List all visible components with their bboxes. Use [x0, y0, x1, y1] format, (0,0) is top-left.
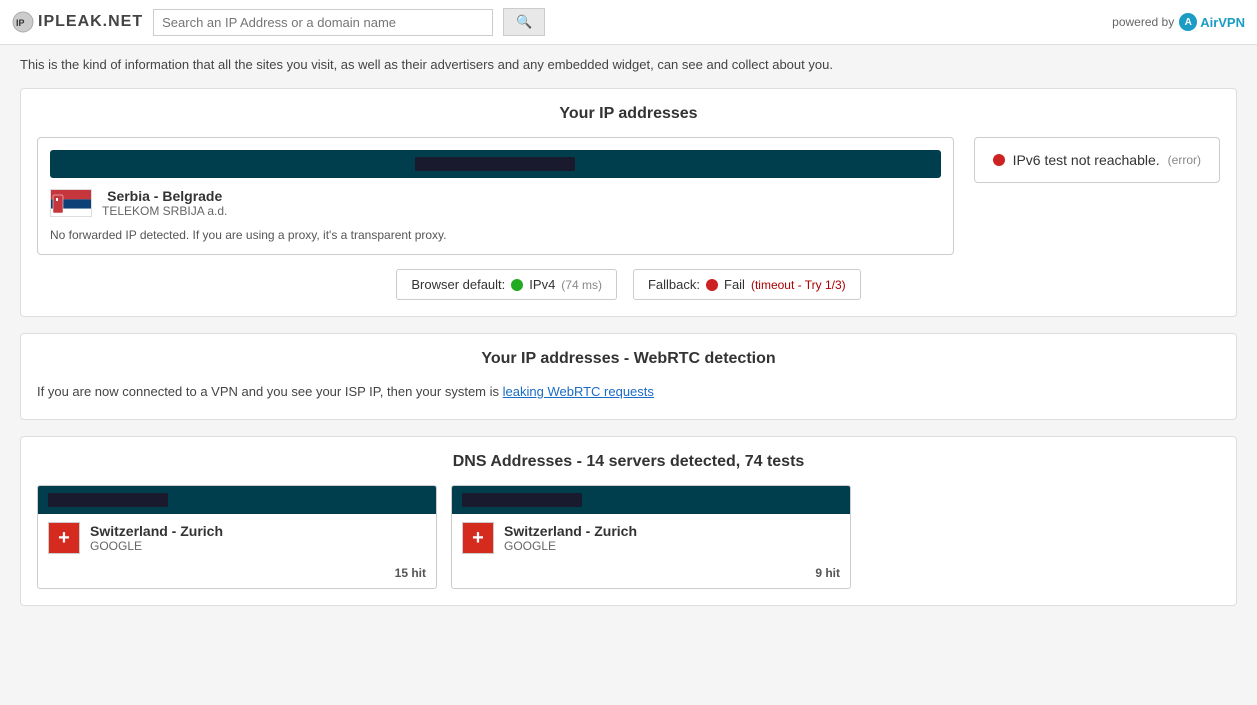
location-name: Serbia - Belgrade: [102, 188, 227, 204]
airvpn-label: AirVPN: [1200, 15, 1245, 30]
dns-bar-2: [452, 486, 850, 514]
dns-bar-1: [38, 486, 436, 514]
dns-country-2: Switzerland - Zurich: [504, 523, 840, 539]
dns-entry-1: Switzerland - Zurich GOOGLE 15 hit: [37, 485, 437, 589]
fallback-status-dot: [706, 279, 718, 291]
ip-bar: [50, 150, 941, 178]
browser-label: Browser default:: [411, 277, 505, 292]
dns-grid: Switzerland - Zurich GOOGLE 15 hit Switz…: [37, 485, 1220, 589]
location-isp: TELEKOM SRBIJA a.d.: [102, 204, 227, 218]
main-content: This is the kind of information that all…: [0, 45, 1257, 618]
ipv6-box: IPv6 test not reachable. (error): [974, 137, 1220, 183]
dns-entry-2: Switzerland - Zurich GOOGLE 9 hit: [451, 485, 851, 589]
search-input[interactable]: [153, 9, 493, 36]
forwarded-text: No forwarded IP detected. If you are usi…: [50, 228, 941, 242]
dns-isp-2: GOOGLE: [504, 539, 840, 553]
ip-location-row: Serbia - Belgrade TELEKOM SRBIJA a.d.: [50, 188, 941, 218]
ip-addresses-card: Your IP addresses: [20, 88, 1237, 317]
browser-protocol: IPv4: [529, 277, 555, 292]
dns-isp-1: GOOGLE: [90, 539, 426, 553]
logo-icon: IP: [12, 11, 34, 33]
webrtc-link[interactable]: leaking WebRTC requests: [503, 384, 654, 399]
header: IP IPLEAK.NET 🔍 powered by A AirVPN: [0, 0, 1257, 45]
ip-card-content: Serbia - Belgrade TELEKOM SRBIJA a.d. No…: [37, 137, 1220, 255]
flag-switzerland-2: [462, 522, 494, 554]
dns-bar-inner-2: [462, 493, 582, 507]
ip-bar-inner: [415, 157, 575, 171]
webrtc-text: If you are now connected to a VPN and yo…: [37, 382, 1220, 403]
fallback-label: Fallback:: [648, 277, 700, 292]
search-icon: 🔍: [516, 14, 532, 29]
dns-details-2: Switzerland - Zurich GOOGLE: [452, 514, 850, 562]
logo-area: IP IPLEAK.NET: [12, 11, 143, 33]
dns-bar-inner-1: [48, 493, 168, 507]
dns-country-1: Switzerland - Zurich: [90, 523, 426, 539]
search-button[interactable]: 🔍: [503, 8, 545, 36]
browser-ms: (74 ms): [561, 278, 602, 292]
svg-text:IP: IP: [16, 18, 25, 28]
fallback-status: Fail: [724, 277, 745, 292]
dns-hit-1: 15 hit: [38, 562, 436, 588]
ipv6-status-dot: [993, 154, 1005, 166]
ipv6-error-text: (error): [1168, 153, 1201, 167]
ip-box: Serbia - Belgrade TELEKOM SRBIJA a.d. No…: [37, 137, 954, 255]
ipv6-status-text: IPv6 test not reachable.: [1013, 152, 1160, 168]
flag-switzerland-1: [48, 522, 80, 554]
flag-serbia: [50, 189, 92, 217]
airvpn-logo: A AirVPN: [1179, 13, 1245, 31]
fallback-btn: Fallback: Fail (timeout - Try 1/3): [633, 269, 861, 300]
dns-location-2: Switzerland - Zurich GOOGLE: [504, 523, 840, 553]
webrtc-title: Your IP addresses - WebRTC detection: [37, 350, 1220, 368]
fallback-detail: (timeout - Try 1/3): [751, 278, 846, 292]
logo-text: IPLEAK.NET: [38, 13, 143, 31]
dns-section: DNS Addresses - 14 servers detected, 74 …: [20, 436, 1237, 606]
dns-title: DNS Addresses - 14 servers detected, 74 …: [37, 453, 1220, 471]
powered-by-text: powered by: [1112, 15, 1174, 29]
powered-by: powered by A AirVPN: [1112, 13, 1245, 31]
webrtc-intro: If you are now connected to a VPN and yo…: [37, 384, 499, 399]
webrtc-card: Your IP addresses - WebRTC detection If …: [20, 333, 1237, 420]
ip-card-title: Your IP addresses: [37, 105, 1220, 123]
browser-default-btn: Browser default: IPv4 (74 ms): [396, 269, 617, 300]
browser-status-dot: [511, 279, 523, 291]
intro-text: This is the kind of information that all…: [20, 57, 1237, 72]
dns-hit-2: 9 hit: [452, 562, 850, 588]
airvpn-icon: A: [1179, 13, 1197, 31]
dns-location-1: Switzerland - Zurich GOOGLE: [90, 523, 426, 553]
dns-details-1: Switzerland - Zurich GOOGLE: [38, 514, 436, 562]
status-buttons: Browser default: IPv4 (74 ms) Fallback: …: [37, 269, 1220, 300]
ip-location-text: Serbia - Belgrade TELEKOM SRBIJA a.d.: [102, 188, 227, 218]
